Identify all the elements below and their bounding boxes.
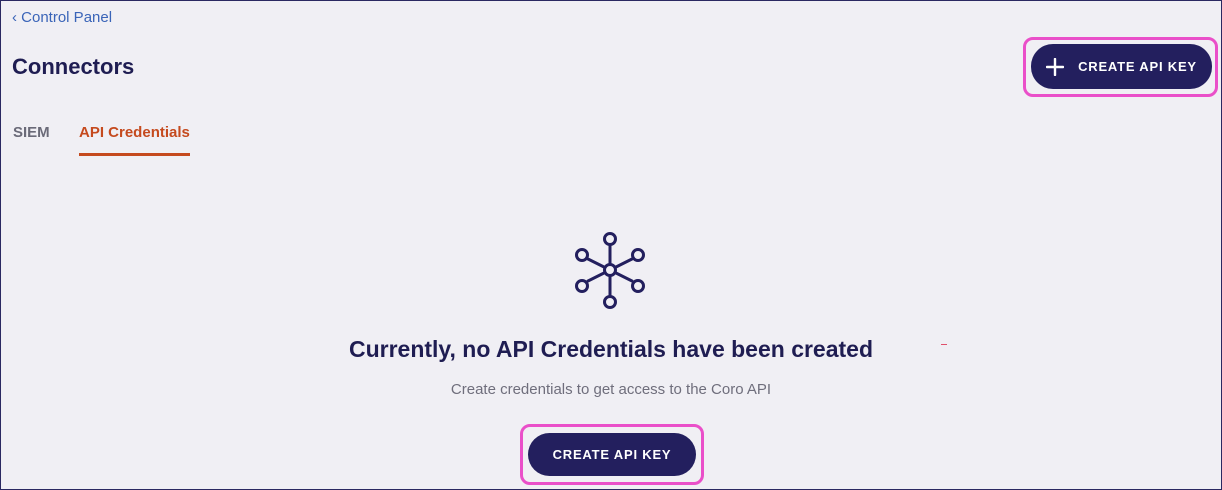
create-api-key-button-empty-state[interactable]: CREATE API KEY [528,433,696,476]
tab-siem[interactable]: SIEM [13,124,50,153]
tab-api-credentials[interactable]: API Credentials [79,124,190,156]
page-title: Connectors [12,54,135,79]
empty-state-title: Currently, no API Credentials have been … [348,336,874,362]
network-hub-icon [575,232,645,309]
empty-state-subtitle: Create credentials to get access to the … [450,381,772,398]
create-api-key-label: CREATE API KEY [1078,59,1197,74]
breadcrumb-control-panel[interactable]: ‹ Control Panel [12,9,112,26]
plus-icon [1046,57,1065,76]
cursor-marker [941,344,947,345]
create-api-key-button-header[interactable]: CREATE API KEY [1031,44,1212,89]
